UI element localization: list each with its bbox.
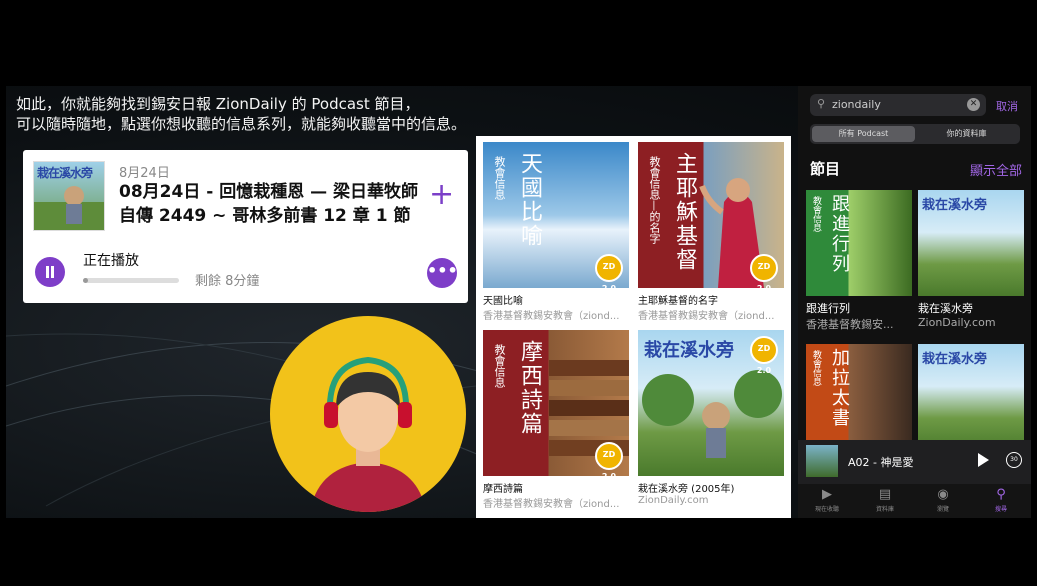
search-icon: ⚲ xyxy=(996,487,1006,502)
tab-label: 資料庫 xyxy=(875,506,894,513)
library-icon: ▤ xyxy=(878,487,892,502)
progress-fill xyxy=(83,278,88,283)
tab-library[interactable]: ▤ 資料庫 xyxy=(856,486,914,513)
podcast-title: 天國比喻 xyxy=(483,296,523,307)
podcast-cover: 栽在溪水旁 xyxy=(918,344,1024,450)
cover-subtitle: 教會信息 xyxy=(493,156,506,200)
podcast-cover: 栽在溪水旁 xyxy=(918,190,1024,296)
cover-title: 摩西詩篇 xyxy=(517,340,542,436)
zd-badge: ZD 2.0 xyxy=(750,336,778,375)
cover-title: 栽在溪水旁 xyxy=(922,198,988,213)
podcast-grid: 天國比喻 教會信息 ZD 2.0 天國比喻 香港基督教錫安教會（ziond...… xyxy=(476,136,791,518)
podcast-author: ZionDaily.com xyxy=(918,316,996,329)
skip-forward-icon[interactable]: 30 xyxy=(1006,452,1022,468)
podcast-author: 香港基督教錫安教會（ziond... xyxy=(483,311,620,322)
podcast-cover: 摩西詩篇 教會信息 ZD 2.0 xyxy=(483,330,629,476)
podcast-title: 主耶穌基督的名字 xyxy=(638,296,718,307)
phone-podcast-tile[interactable]: 栽在溪水旁 xyxy=(918,344,1024,450)
tab-label: 現在收聽 xyxy=(814,506,839,513)
phone-podcast-tile[interactable]: 加拉太書 教會信息 xyxy=(806,344,912,450)
cover-title: 栽在溪水旁 xyxy=(922,352,988,367)
podcast-title: 栽在溪水旁 (2005年) xyxy=(638,484,735,495)
cover-subtitle: 教會信息—的名字 xyxy=(648,156,661,244)
tab-label: 瀏覽 xyxy=(936,506,949,513)
play-icon[interactable] xyxy=(978,453,989,467)
progress-bar[interactable] xyxy=(83,278,179,283)
mini-player-title: A02 - 神是愛 xyxy=(848,456,914,469)
search-input[interactable]: ⚲ ziondaily ✕ xyxy=(810,94,986,116)
phone-podcast-tile[interactable]: 栽在溪水旁 栽在溪水旁 ZionDaily.com xyxy=(918,190,1024,329)
cover-subtitle: 教會信息 xyxy=(811,350,821,386)
podcast-title: 栽在溪水旁 xyxy=(918,302,973,315)
now-playing-card[interactable]: 栽在溪水旁 8月24日 08月24日 - 回憶栽種恩 — 梁日華牧師自傳 244… xyxy=(23,150,468,303)
zd-badge: ZD 2.0 xyxy=(595,254,623,288)
search-query: ziondaily xyxy=(832,98,881,111)
podcast-tile[interactable]: 主耶穌基督 教會信息—的名字 ZD 2.0 主耶穌基督的名字 香港基督教錫安教會… xyxy=(638,142,784,322)
podcast-author: 香港基督教錫安教會（ziond... xyxy=(483,499,620,510)
caption-line-2: 可以隨時隨地，點選你想收聽的信息系列，就能夠收聽當中的信息。 xyxy=(16,115,467,133)
podcast-cover: 栽在溪水旁 ZD 2.0 xyxy=(638,330,784,476)
mini-player-artwork xyxy=(806,445,838,477)
podcast-title: 跟進行列 xyxy=(806,302,850,315)
podcast-cover: 主耶穌基督 教會信息—的名字 ZD 2.0 xyxy=(638,142,784,288)
segment-library[interactable]: 你的資料庫 xyxy=(915,126,1018,142)
caption: 如此，你就能夠找到錫安日報 ZionDaily 的 Podcast 節目， 可以… xyxy=(16,94,466,134)
podcast-tile[interactable]: 摩西詩篇 教會信息 ZD 2.0 摩西詩篇 香港基督教錫安教會（ziond... xyxy=(483,330,629,510)
headphones-person-illustration xyxy=(310,356,426,512)
playing-status: 正在播放 xyxy=(83,253,139,269)
listener-avatar xyxy=(270,316,466,512)
podcast-cover: 跟進行列 教會信息 xyxy=(806,190,912,296)
cover-title: 栽在溪水旁 xyxy=(644,340,734,361)
episode-artwork: 栽在溪水旁 xyxy=(33,161,105,231)
clear-icon[interactable]: ✕ xyxy=(967,98,980,111)
cover-title: 天國比喻 xyxy=(517,152,542,248)
segment-all-podcasts[interactable]: 所有 Podcast xyxy=(812,126,915,142)
cover-subtitle: 教會信息 xyxy=(493,344,506,388)
zd-badge: ZD 2.0 xyxy=(595,442,623,476)
podcast-cover: 加拉太書 教會信息 xyxy=(806,344,912,450)
artwork-title: 栽在溪水旁 xyxy=(37,166,93,180)
podcast-author: ZionDaily.com xyxy=(638,495,709,506)
section-title: 節目 xyxy=(810,160,841,178)
cover-title: 跟進行列 xyxy=(829,194,850,274)
tab-search[interactable]: ⚲ 搜尋 xyxy=(972,486,1030,513)
scope-segmented-control: 所有 Podcast 你的資料庫 xyxy=(810,124,1020,144)
show-all-link[interactable]: 顯示全部 xyxy=(970,160,1022,179)
tab-listen-now[interactable]: ▶ 現在收聽 xyxy=(798,486,856,513)
tab-bar: ▶ 現在收聽 ▤ 資料庫 ◉ 瀏覽 ⚲ 搜尋 xyxy=(798,484,1031,518)
podcast-tile[interactable]: 天國比喻 教會信息 ZD 2.0 天國比喻 香港基督教錫安教會（ziond... xyxy=(483,142,629,322)
plus-icon[interactable]: + xyxy=(429,180,454,210)
search-icon: ⚲ xyxy=(817,97,826,110)
tab-label: 搜尋 xyxy=(994,506,1007,513)
cancel-button[interactable]: 取消 xyxy=(996,98,1018,114)
episode-title: 08月24日 - 回憶栽種恩 — 梁日華牧師自傳 2449 ~ 哥林多前書 12… xyxy=(119,182,419,226)
episode-date: 8月24日 xyxy=(119,166,170,181)
phone-screen: ⚲ ziondaily ✕ 取消 所有 Podcast 你的資料庫 節目 顯示全… xyxy=(798,86,1031,518)
more-icon[interactable]: ••• xyxy=(427,258,458,288)
podcast-cover: 天國比喻 教會信息 ZD 2.0 xyxy=(483,142,629,288)
podcast-icon: ◉ xyxy=(937,487,949,502)
podcast-title: 摩西詩篇 xyxy=(483,484,523,495)
cover-subtitle: 教會信息 xyxy=(811,196,821,232)
cover-title: 主耶穌基督 xyxy=(672,152,697,272)
phone-podcast-tile[interactable]: 跟進行列 教會信息 跟進行列 香港基督教錫安... xyxy=(806,190,912,332)
video-frame: 如此，你就能夠找到錫安日報 ZionDaily 的 Podcast 節目， 可以… xyxy=(6,86,1031,518)
time-remaining: 剩餘 8分鐘 xyxy=(195,274,260,289)
podcast-author: 香港基督教錫安教會（ziond... xyxy=(638,311,775,322)
tab-browse[interactable]: ◉ 瀏覽 xyxy=(914,486,972,513)
podcast-tile[interactable]: 栽在溪水旁 ZD 2.0 栽在溪水旁 (2005年) ZionDaily.com xyxy=(638,330,784,506)
pause-button[interactable] xyxy=(35,257,65,287)
podcast-author: 香港基督教錫安... xyxy=(806,318,894,331)
caption-line-1: 如此，你就能夠找到錫安日報 ZionDaily 的 Podcast 節目， xyxy=(16,95,420,113)
zd-badge: ZD 2.0 xyxy=(750,254,778,288)
play-circle-icon: ▶ xyxy=(822,487,832,502)
mini-player[interactable]: A02 - 神是愛 30 xyxy=(798,440,1031,484)
cover-title: 加拉太書 xyxy=(829,348,850,428)
